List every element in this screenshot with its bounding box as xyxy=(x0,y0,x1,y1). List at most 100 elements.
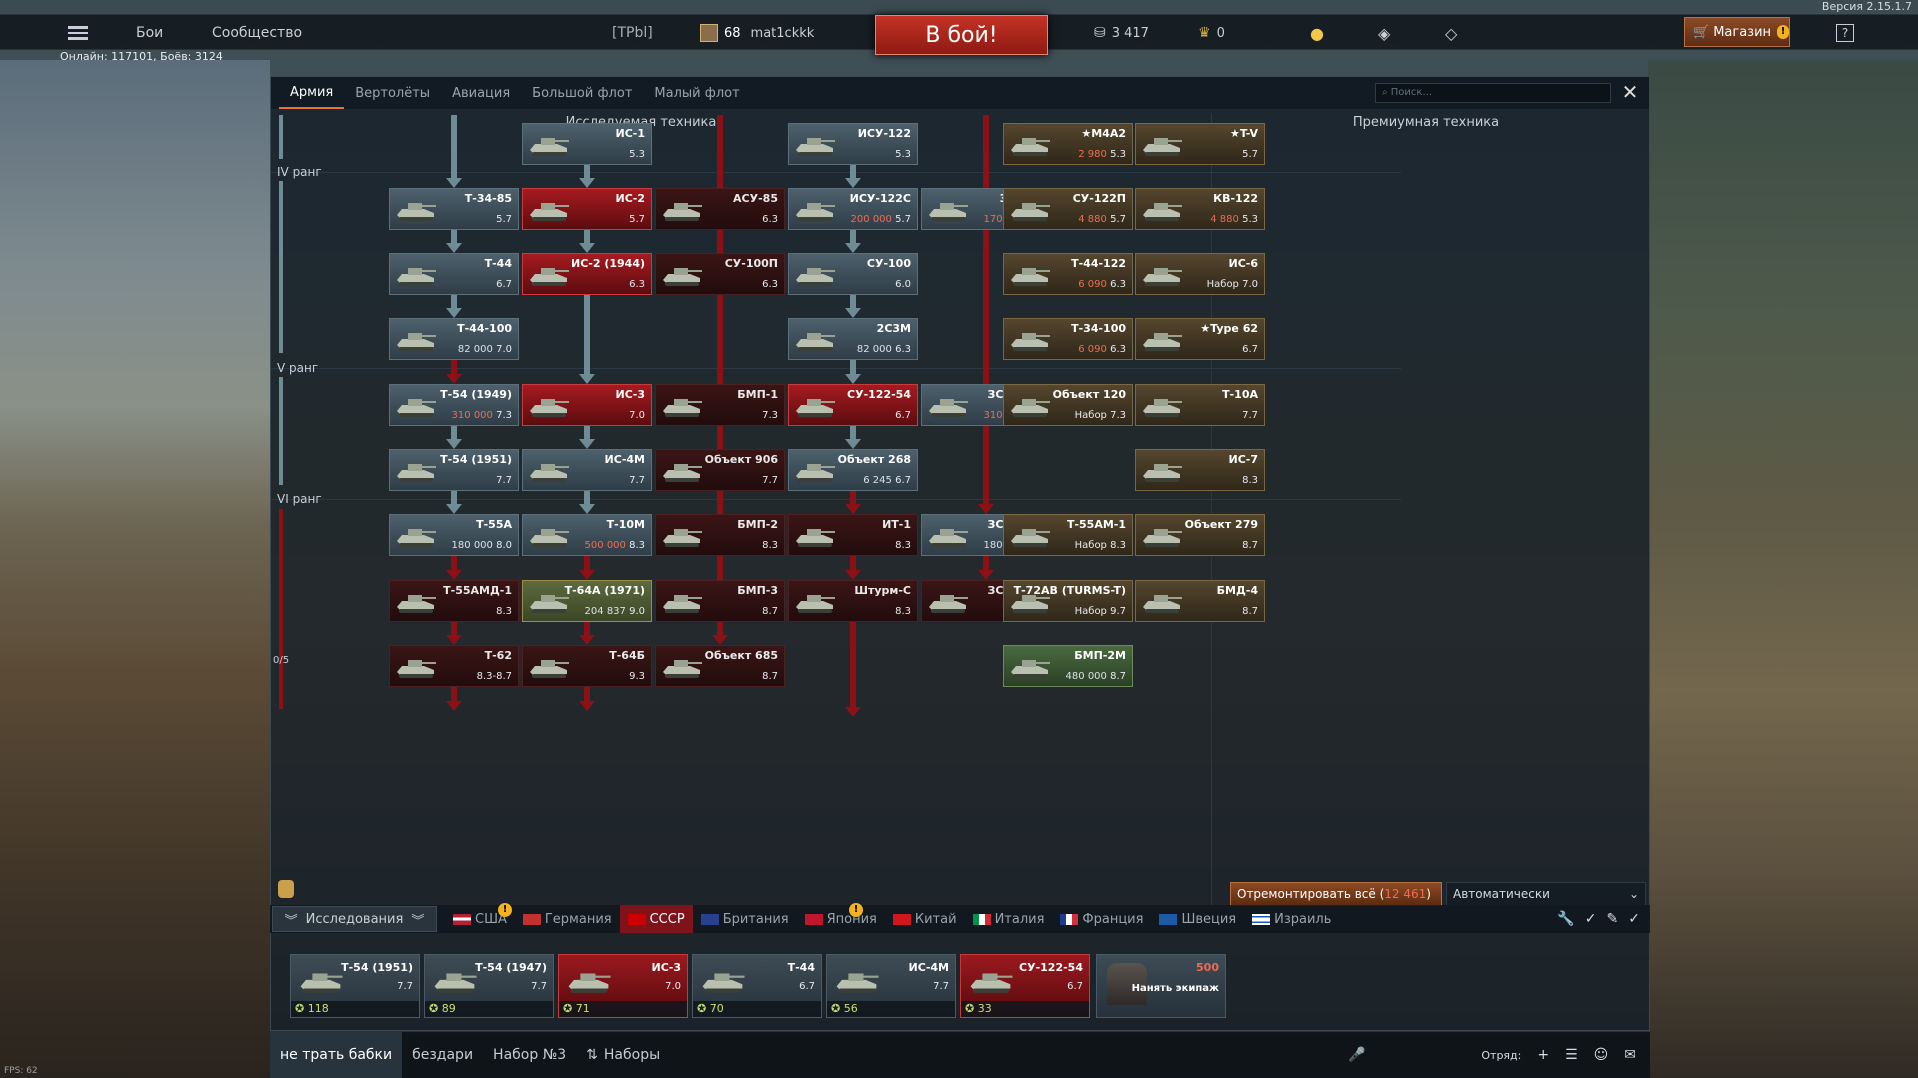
vehicle-card[interactable]: АСУ-85 6.3 xyxy=(655,188,785,230)
vehicle-card[interactable]: Т-62 8.3-8.7 xyxy=(389,645,519,687)
profile[interactable]: 68 mat1ckkk xyxy=(700,15,814,51)
wrench-icon[interactable]: 🔧 xyxy=(1557,911,1574,927)
close-icon[interactable]: ✕ xyxy=(1619,81,1641,103)
crew-slot[interactable]: Т-44 6.7 ✪ 70 xyxy=(692,954,822,1018)
tab-helicopters[interactable]: Вертолёты xyxy=(344,77,441,109)
vehicle-card[interactable]: Т-10А 7.7 xyxy=(1135,384,1265,426)
microphone-icon[interactable]: 🎤 xyxy=(1348,1047,1365,1063)
to-battle-button[interactable]: В бой! xyxy=(875,15,1048,55)
list-icon[interactable]: ☰ xyxy=(1565,1047,1578,1063)
vehicle-card[interactable]: ★Type 62 6.7 xyxy=(1135,318,1265,360)
vehicle-card[interactable]: ★M4A2 2 980 5.3 xyxy=(1003,123,1133,165)
vehicle-card[interactable]: СУ-122-54 6.7 xyxy=(788,384,918,426)
check-icon[interactable]: ✓ xyxy=(1585,911,1597,927)
vehicle-card[interactable]: Т-44-122 6 090 6.3 xyxy=(1003,253,1133,295)
coupon-icon[interactable]: ◇ xyxy=(1445,15,1457,51)
vehicle-card[interactable]: СУ-122П 4 880 5.7 xyxy=(1003,188,1133,230)
nation-britain[interactable]: Британия xyxy=(693,905,797,933)
vehicle-card[interactable]: СУ-100 6.0 xyxy=(788,253,918,295)
vehicle-card[interactable]: ИС-3 7.0 xyxy=(522,384,652,426)
vehicle-card[interactable]: СУ-100П 6.3 xyxy=(655,253,785,295)
crew-slot[interactable]: ИС-4М 7.7 ✪ 56 xyxy=(826,954,956,1018)
vehicle-card[interactable]: Т-34-85 5.7 xyxy=(389,188,519,230)
repair-mode-select[interactable]: Автоматически ⌄ xyxy=(1446,882,1646,906)
research-toggle[interactable]: ︾ Исследования ︾ xyxy=(272,906,437,932)
tree-arrow xyxy=(845,439,861,449)
vehicle-card[interactable]: КВ-122 4 880 5.3 xyxy=(1135,188,1265,230)
hire-crew-slot[interactable]: 500 Нанять экипаж xyxy=(1096,954,1226,1018)
community-menu[interactable]: Сообщество xyxy=(212,15,302,51)
vehicle-card[interactable]: БМП-1 7.3 xyxy=(655,384,785,426)
preset-2[interactable]: бездари xyxy=(402,1032,483,1078)
vehicle-card[interactable]: Т-10М 500 000 8.3 xyxy=(522,514,652,556)
shop-button[interactable]: 🛒 Магазин ! xyxy=(1684,17,1790,47)
battles-menu[interactable]: Бои xyxy=(136,15,163,51)
vehicle-card[interactable]: Т-55АМД-1 8.3 xyxy=(389,580,519,622)
check-icon[interactable]: ✓ xyxy=(1628,911,1640,927)
vehicle-card[interactable]: ИС-7 8.3 xyxy=(1135,449,1265,491)
mail-icon[interactable]: ✉ xyxy=(1624,1047,1636,1063)
nation-china[interactable]: Китай xyxy=(885,905,965,933)
vehicle-card[interactable]: Т-34-100 6 090 6.3 xyxy=(1003,318,1133,360)
nation-germany[interactable]: Германия xyxy=(515,905,620,933)
crew-slot[interactable]: ИС-3 7.0 ✪ 71 xyxy=(558,954,688,1018)
vehicle-card[interactable]: ИС-6 Набор 7.0 xyxy=(1135,253,1265,295)
vehicle-card[interactable]: Объект 268 6 245 6.7 xyxy=(788,449,918,491)
vehicle-card[interactable]: БМП-2 8.3 xyxy=(655,514,785,556)
tab-coastal-fleet[interactable]: Малый флот xyxy=(643,77,750,109)
tab-bluewater-fleet[interactable]: Большой флот xyxy=(521,77,643,109)
vehicle-card[interactable]: Т-44-100 82 000 7.0 xyxy=(389,318,519,360)
hint-lightbulb-icon[interactable]: ● xyxy=(1310,15,1324,51)
vehicle-card[interactable]: Т-44 6.7 xyxy=(389,253,519,295)
crew-slot[interactable]: Т-54 (1951) 7.7 ✪ 118 xyxy=(290,954,420,1018)
nation-sweden[interactable]: Швеция xyxy=(1151,905,1244,933)
vehicle-card[interactable]: Объект 685 8.7 xyxy=(655,645,785,687)
vehicle-card[interactable]: Объект 906 7.7 xyxy=(655,449,785,491)
tab-army[interactable]: Армия xyxy=(279,77,345,109)
vehicle-card[interactable]: ★T-V 5.7 xyxy=(1135,123,1265,165)
vehicle-card[interactable]: Т-55А 180 000 8.0 xyxy=(389,514,519,556)
vehicle-card[interactable]: Т-54 (1951) 7.7 xyxy=(389,449,519,491)
tab-aviation[interactable]: Авиация xyxy=(441,77,521,109)
crew-slot[interactable]: СУ-122-54 6.7 ✪ 33 xyxy=(960,954,1090,1018)
search-input[interactable]: ⌕ Поиск... xyxy=(1375,83,1611,103)
friends-icon[interactable]: ☺ xyxy=(1594,1047,1609,1063)
presets-menu[interactable]: ⇅ Наборы xyxy=(576,1032,670,1078)
vehicle-card[interactable]: Т-64А (1971) 204 837 9.0 xyxy=(522,580,652,622)
vehicle-card[interactable]: ИСУ-122С 200 000 5.7 xyxy=(788,188,918,230)
vehicle-card[interactable]: Объект 279 8.7 xyxy=(1135,514,1265,556)
nation-italy[interactable]: Италия xyxy=(965,905,1053,933)
nation-ussr[interactable]: СССР xyxy=(619,905,693,933)
menu-button[interactable] xyxy=(68,15,88,51)
vehicle-card[interactable]: Т-54 (1949) 310 000 7.3 xyxy=(389,384,519,426)
vehicle-card[interactable]: Т-72АВ (TURMS-T) Набор 9.7 xyxy=(1003,580,1133,622)
vehicle-card[interactable]: ИТ-1 8.3 xyxy=(788,514,918,556)
crew-slot[interactable]: Т-54 (1947) 7.7 ✪ 89 xyxy=(424,954,554,1018)
vehicle-card[interactable]: Объект 120 Набор 7.3 xyxy=(1003,384,1133,426)
help-icon[interactable]: ? xyxy=(1836,24,1854,42)
preset-3[interactable]: Набор №3 xyxy=(483,1032,576,1078)
preset-1[interactable]: не трать бабки xyxy=(270,1032,403,1078)
vehicle-card[interactable]: ИС-1 5.3 xyxy=(522,123,652,165)
nation-israel[interactable]: Израиль xyxy=(1244,905,1339,933)
vehicle-card[interactable]: 2С3М 82 000 6.3 xyxy=(788,318,918,360)
vehicle-card[interactable]: ИСУ-122 5.3 xyxy=(788,123,918,165)
add-icon[interactable]: + xyxy=(1537,1047,1549,1063)
vehicle-name: Т-44 xyxy=(484,257,512,270)
decal-icon[interactable]: ◈ xyxy=(1378,15,1390,51)
vehicle-card[interactable]: БМП-2М 480 000 8.7 xyxy=(1003,645,1133,687)
vehicle-card[interactable]: Т-64Б 9.3 xyxy=(522,645,652,687)
nation-japan[interactable]: Япония xyxy=(797,905,885,933)
vehicle-card[interactable]: БМП-3 8.7 xyxy=(655,580,785,622)
shield-icon[interactable] xyxy=(278,880,294,898)
nation-france[interactable]: Франция xyxy=(1052,905,1151,933)
repair-all-button[interactable]: Отремонтировать всё (12 461) xyxy=(1230,882,1442,906)
vehicle-card[interactable]: ИС-4М 7.7 xyxy=(522,449,652,491)
parts-icon[interactable]: ✎ xyxy=(1607,911,1619,927)
vehicle-card[interactable]: Штурм-С 8.3 xyxy=(788,580,918,622)
vehicle-card[interactable]: ИС-2 (1944) 6.3 xyxy=(522,253,652,295)
vehicle-card[interactable]: Т-55АМ-1 Набор 8.3 xyxy=(1003,514,1133,556)
tree-arrow xyxy=(845,308,861,318)
vehicle-card[interactable]: ИС-2 5.7 xyxy=(522,188,652,230)
vehicle-card[interactable]: БМД-4 8.7 xyxy=(1135,580,1265,622)
